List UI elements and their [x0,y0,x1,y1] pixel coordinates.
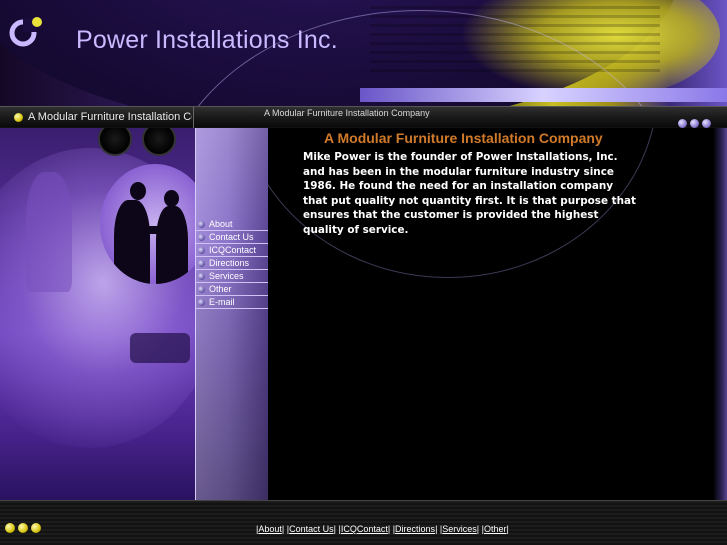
clock-icon [98,128,132,156]
silhouette-left [114,200,150,284]
nav-item-directions[interactable]: Directions [196,257,268,270]
company-title: Power Installations Inc. [76,26,338,54]
footer-link-other[interactable]: Other [484,524,507,534]
nav-item-other[interactable]: Other [196,283,268,296]
tagline-divider [193,107,194,129]
nav-dot-icon [198,220,205,228]
nav-item-label: ICQContact [209,245,257,255]
yellow-bullet-icon [5,523,15,533]
nav-item-contact-us[interactable]: Contact Us [196,231,268,244]
silhouette-head [130,182,146,200]
footer-links: |About| |Contact Us| |ICQContact| |Direc… [256,524,509,534]
purple-dot-icon [702,119,711,128]
desk-shape [130,333,190,363]
nav-item-label: Other [209,284,232,294]
footer-dots [5,518,44,537]
nav-item-label: Contact Us [209,232,254,242]
handshake-image [100,164,195,284]
right-stripe [713,128,727,500]
purple-dot-icon [690,119,699,128]
nav-item-label: Services [209,271,244,281]
silhouette-right [156,206,188,284]
site-header: Power Installations Inc. [0,0,727,106]
footer-separator: | [506,524,509,534]
footer-separator: | [476,524,480,534]
nav-dot-icon [198,259,205,267]
nav-item-label: About [209,219,233,229]
footer-link-directions[interactable]: Directions [395,524,435,534]
yellow-bullet-icon [18,523,28,533]
faint-figure [26,172,72,292]
yellow-bullet-icon [14,113,23,122]
footer-link-about[interactable]: About [258,524,282,534]
nav-item-label: Directions [209,258,250,268]
nav-item-email[interactable]: E-mail [196,296,268,309]
tagline-bar: A Modular Furniture Installation Co A Mo… [0,106,727,129]
footer-link-contact-us[interactable]: Contact Us [289,524,334,534]
content-body: Mike Power is the founder of Power Insta… [303,151,637,236]
nav-dot-icon [198,272,205,280]
silhouette-head [164,190,179,207]
nav-dot-icon [198,246,205,254]
footer-separator: | [435,524,438,534]
nav-dot-icon [198,285,205,293]
side-nav-menu: About Contact Us ICQContact Directions S… [196,218,268,309]
footer-link-icqcontact[interactable]: ICQContact [341,524,388,534]
nav-item-label: E-mail [209,297,235,307]
left-image-panel [0,128,195,500]
footer-link-services[interactable]: Services [442,524,477,534]
handshake-hands [144,226,164,234]
nav-strip [195,128,269,500]
tagline-left: A Modular Furniture Installation Co [28,111,192,123]
purple-dot-icon [678,119,687,128]
footer-separator: | [281,524,285,534]
nav-item-icqcontact[interactable]: ICQContact [196,244,268,257]
nav-item-services[interactable]: Services [196,270,268,283]
nav-dot-icon [198,298,205,306]
footer-separator: | [333,524,336,534]
footer-separator: | [387,524,391,534]
nav-dot-icon [198,233,205,241]
site-footer: |About| |Contact Us| |ICQContact| |Direc… [0,500,727,545]
main-content: A Modular Furniture Installation Company… [268,128,727,500]
nav-strip-shade [196,128,269,500]
header-stripe [360,88,727,102]
content-heading: A Modular Furniture Installation Company [324,130,603,146]
nav-item-about[interactable]: About [196,218,268,231]
clock-icon [142,128,176,156]
tagline-right: A Modular Furniture Installation Company [264,108,430,118]
yellow-bullet-icon [31,523,41,533]
logo-icon [9,17,42,47]
